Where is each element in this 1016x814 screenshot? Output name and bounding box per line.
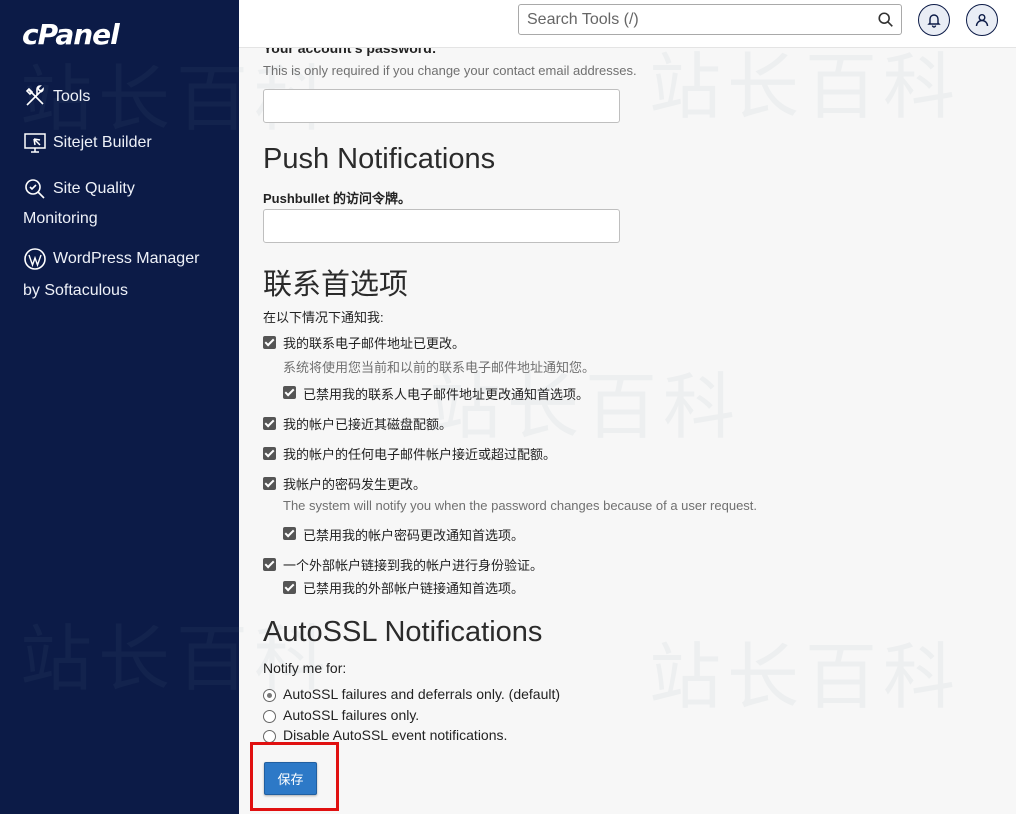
search-box bbox=[518, 4, 902, 35]
radio-autossl-failures-only[interactable] bbox=[263, 710, 276, 723]
checkbox-email-quota[interactable] bbox=[263, 447, 276, 460]
option-label: 已禁用我的外部帐户链接通知首选项。 bbox=[303, 581, 525, 596]
site-quality-icon bbox=[23, 177, 47, 201]
search-input[interactable] bbox=[519, 5, 859, 34]
pushbullet-token-field[interactable] bbox=[263, 209, 620, 243]
sidebar-item-wordpress[interactable]: WordPress Manager bbox=[23, 244, 199, 274]
radio-label: AutoSSL failures and deferrals only. (de… bbox=[283, 686, 561, 702]
sitejet-icon bbox=[23, 131, 47, 155]
checkbox-disk-quota[interactable] bbox=[263, 417, 276, 430]
sidebar-item-label: Tools bbox=[53, 88, 91, 105]
notifications-button[interactable] bbox=[918, 4, 950, 36]
sidebar-item-sitejet[interactable]: Sitejet Builder bbox=[23, 128, 152, 158]
tools-icon bbox=[23, 85, 47, 109]
radio-autossl-disable[interactable] bbox=[263, 730, 276, 743]
cpanel-logo[interactable]: cPanel bbox=[22, 18, 120, 51]
user-menu-button[interactable] bbox=[966, 4, 998, 36]
password-field[interactable] bbox=[263, 89, 620, 123]
main-content: 站长百科 站长百科 站长百科 Your account's password: … bbox=[239, 40, 1016, 814]
sidebar-item-label: Sitejet Builder bbox=[53, 134, 152, 151]
sidebar-item-tools[interactable]: Tools bbox=[23, 82, 90, 112]
user-icon bbox=[975, 14, 989, 27]
checkbox-contact-email-disabled[interactable] bbox=[283, 386, 296, 399]
checkbox-external-account-disabled[interactable] bbox=[283, 581, 296, 594]
radio-label: AutoSSL failures only. bbox=[283, 707, 420, 723]
autossl-heading: AutoSSL Notifications bbox=[263, 616, 543, 648]
notify-when-label: 在以下情况下通知我: bbox=[263, 310, 384, 325]
radio-label: Disable AutoSSL event notifications. bbox=[283, 727, 508, 743]
sidebar-item-label: Site Quality bbox=[53, 180, 135, 197]
option-help: The system will notify you when the pass… bbox=[283, 498, 758, 513]
notify-me-for-label: Notify me for: bbox=[263, 660, 347, 676]
save-button[interactable]: 保存 bbox=[264, 762, 317, 795]
watermark: 站长百科 bbox=[649, 635, 962, 719]
contact-preferences-heading: 联系首选项 bbox=[263, 269, 409, 301]
checkbox-password-change-disabled[interactable] bbox=[283, 527, 296, 540]
bell-icon bbox=[927, 14, 941, 28]
option-label: 一个外部帐户链接到我的帐户进行身份验证。 bbox=[283, 558, 544, 573]
option-label: 我的联系电子邮件地址已更改。 bbox=[283, 336, 466, 351]
sidebar-item-label-line2[interactable]: by Softaculous bbox=[23, 276, 128, 306]
sidebar-item-label-line2[interactable]: Monitoring bbox=[23, 204, 98, 234]
option-label: 我的帐户的任何电子邮件帐户接近或超过配额。 bbox=[283, 447, 557, 462]
option-label: 已禁用我的联系人电子邮件地址更改通知首选项。 bbox=[303, 387, 590, 402]
pushbullet-label: Pushbullet 的访问令牌。 bbox=[263, 191, 412, 206]
checkbox-password-change[interactable] bbox=[263, 477, 276, 490]
option-label: 我的帐户已接近其磁盘配额。 bbox=[283, 417, 453, 432]
top-bar bbox=[239, 0, 1016, 48]
sidebar-item-label: WordPress Manager bbox=[53, 250, 200, 267]
radio-autossl-failures-deferrals[interactable] bbox=[263, 689, 276, 702]
option-help: 系统将使用您当前和以前的联系电子邮件地址通知您。 bbox=[283, 360, 596, 375]
sidebar: cPanel 站长百科 Tools Sitejet Builder Site Q… bbox=[0, 0, 326, 814]
checkbox-contact-email-changed[interactable] bbox=[263, 336, 276, 349]
checkbox-external-account[interactable] bbox=[263, 558, 276, 571]
option-label: 已禁用我的帐户密码更改通知首选项。 bbox=[303, 528, 525, 543]
sidebar-item-site-quality[interactable]: Site Quality bbox=[23, 174, 135, 204]
push-notifications-heading: Push Notifications bbox=[263, 143, 496, 175]
password-help: This is only required if you change your… bbox=[263, 63, 637, 78]
option-label: 我帐户的密码发生更改。 bbox=[283, 477, 427, 492]
search-icon[interactable] bbox=[877, 11, 895, 29]
wordpress-icon bbox=[23, 247, 47, 271]
